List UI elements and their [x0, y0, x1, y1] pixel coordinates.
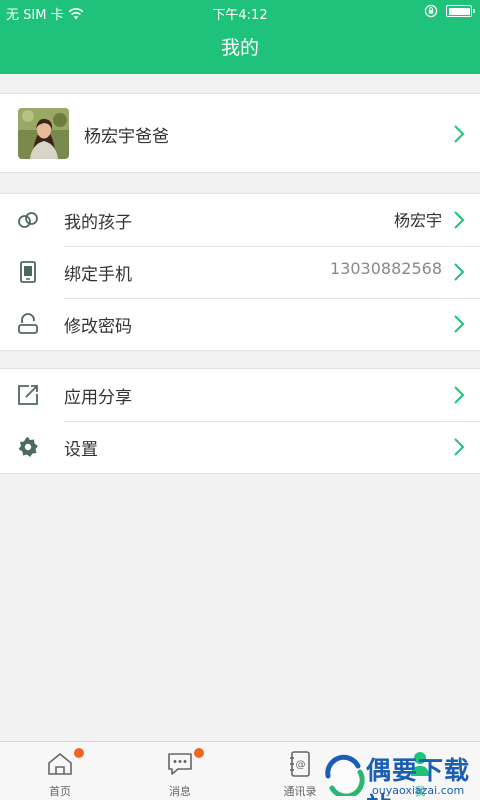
profile-name: 杨宏宇爸爸 — [84, 127, 169, 147]
share-icon — [18, 385, 38, 405]
phone-icon — [20, 261, 36, 283]
home-icon — [48, 752, 72, 775]
tab-messages[interactable]: 消息 — [120, 742, 240, 800]
avatar — [18, 108, 69, 159]
change-password-row[interactable]: 修改密码 — [0, 298, 480, 350]
my-child-row[interactable]: 我的孩子 杨宏宇 — [0, 194, 480, 246]
tab-messages-label: 消息 — [169, 785, 191, 798]
watermark: 偶要下载站 ouyaoxiazai.com — [322, 748, 480, 800]
chevron-right-icon — [454, 315, 465, 333]
lock-icon — [18, 313, 38, 334]
bind-phone-value: 13030882568 — [330, 259, 442, 278]
rotation-lock-icon — [424, 4, 438, 18]
gear-icon — [18, 437, 38, 457]
status-right — [424, 4, 475, 18]
status-time: 下午4:12 — [212, 8, 268, 23]
badge-dot — [74, 748, 84, 758]
message-icon — [168, 753, 192, 775]
settings-label: 设置 — [64, 440, 98, 460]
tab-home[interactable]: 首页 — [0, 742, 120, 800]
watermark-logo-icon — [325, 754, 365, 796]
chevron-right-icon — [454, 125, 465, 143]
status-bar: 无 SIM 卡 下午4:12 — [0, 0, 480, 24]
change-password-label: 修改密码 — [64, 317, 132, 337]
profile-row[interactable]: 杨宏宇爸爸 — [0, 93, 480, 173]
battery-icon — [446, 5, 475, 17]
watermark-url: ouyaoxiazai.com — [372, 784, 465, 797]
badge-dot — [194, 748, 204, 758]
contacts-icon: @ — [290, 751, 310, 777]
share-app-label: 应用分享 — [64, 388, 132, 408]
bind-phone-label: 绑定手机 — [64, 265, 132, 285]
chevron-right-icon — [454, 438, 465, 456]
chevron-right-icon — [454, 211, 465, 229]
chevron-right-icon — [454, 263, 465, 281]
svg-text:@: @ — [296, 760, 306, 771]
account-menu-group: 我的孩子 杨宏宇 绑定手机 13030882568 修改密码 — [0, 193, 480, 351]
settings-row[interactable]: 设置 — [0, 421, 480, 473]
nav-title: 我的 — [0, 24, 480, 74]
tab-home-label: 首页 — [49, 785, 71, 798]
rings-icon — [18, 212, 38, 228]
app-menu-group: 应用分享 设置 — [0, 368, 480, 474]
my-child-label: 我的孩子 — [64, 213, 132, 233]
chevron-right-icon — [454, 386, 465, 404]
share-app-row[interactable]: 应用分享 — [0, 369, 480, 421]
bind-phone-row[interactable]: 绑定手机 13030882568 — [0, 246, 480, 298]
my-child-value: 杨宏宇 — [393, 211, 442, 230]
